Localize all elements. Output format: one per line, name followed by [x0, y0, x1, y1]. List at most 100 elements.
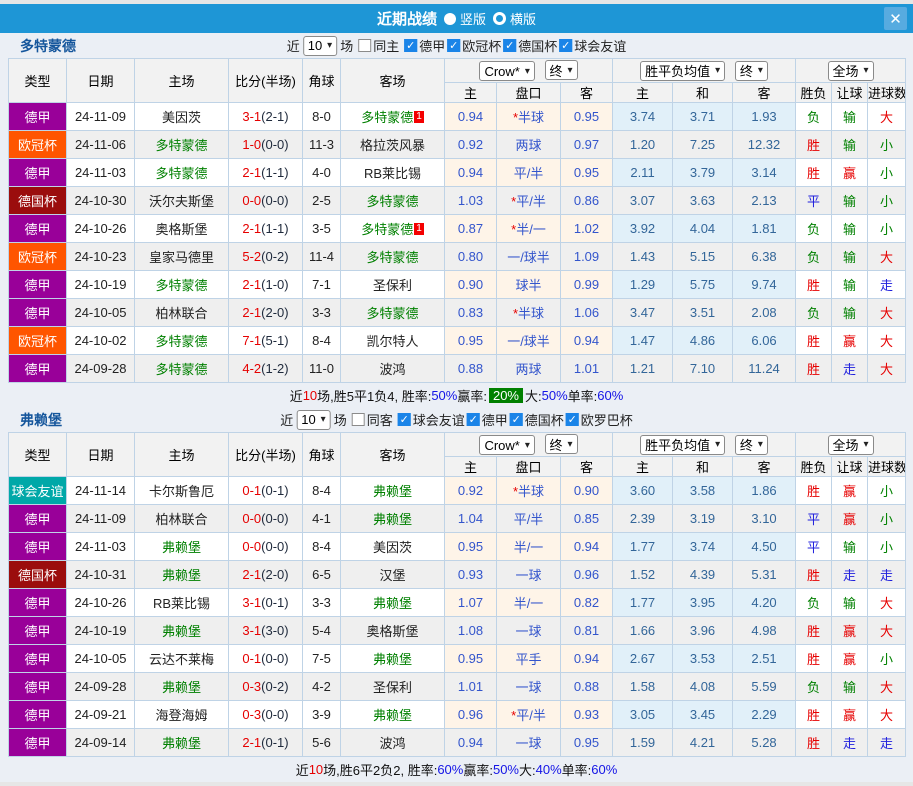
same-venue-checkbox[interactable]: 同客 — [352, 410, 393, 429]
handicap-line: 一球 — [497, 673, 561, 701]
scope-select[interactable]: 全场 ▾ — [828, 435, 874, 455]
avg-home-odds: 1.47 — [613, 327, 673, 355]
away-team-name: 波鸿 — [379, 736, 405, 751]
avg-odds-select[interactable]: 胜平负均值 ▾ — [640, 61, 725, 81]
title-group: 近期战绩 竖版 横版 — [0, 8, 913, 29]
home-team: 多特蒙德 — [135, 131, 229, 159]
match-date: 24-10-26 — [67, 215, 135, 243]
away-odds: 1.02 — [561, 215, 613, 243]
goals-result: 大 — [868, 299, 906, 327]
league-filter-checkbox[interactable]: ✓欧罗巴杯 — [566, 410, 633, 429]
league-type-cell: 德甲 — [9, 271, 67, 299]
same-venue-checkbox[interactable]: 同主 — [358, 36, 399, 55]
summary-segment: 近 — [290, 386, 303, 405]
match-result: 胜 — [796, 131, 832, 159]
match-date: 24-10-05 — [67, 645, 135, 673]
radio-horizontal-label: 横版 — [510, 9, 536, 28]
fulltime-score: 0-3 — [242, 679, 261, 694]
away-team-name: 奥格斯堡 — [366, 624, 418, 639]
chevron-down-icon: ▾ — [864, 439, 869, 450]
league-filter-checkbox[interactable]: ✓球会友谊 — [559, 36, 626, 55]
match-row: 德甲24-10-19弗赖堡3-1(3-0)5-4奥格斯堡1.08一球0.811.… — [9, 617, 906, 645]
avg-away-odds: 5.59 — [733, 673, 796, 701]
final-avg-select[interactable]: 终 ▾ — [735, 61, 768, 81]
corners: 6-5 — [303, 561, 341, 589]
final-avg-select[interactable]: 终 ▾ — [735, 435, 768, 455]
final-odds-select[interactable]: 终 ▾ — [545, 60, 578, 80]
avg-away-odds: 4.50 — [733, 533, 796, 561]
away-team: 弗赖堡 — [341, 589, 445, 617]
final-odds-select[interactable]: 终 ▾ — [545, 434, 578, 454]
section-bar: 弗赖堡 近 10 ▾ 场 同客 ✓球会友谊✓德甲✓德国杯✓欧罗巴杯 — [0, 407, 913, 432]
league-type-cell: 德甲 — [9, 505, 67, 533]
away-team-name: 美因茨 — [373, 540, 412, 555]
league-filters: ✓球会友谊✓德甲✓德国杯✓欧罗巴杯 — [396, 410, 633, 429]
halftime-score: (0-0) — [261, 137, 288, 152]
checkbox-checked-icon: ✓ — [398, 413, 411, 426]
games-label: 场 — [340, 36, 353, 55]
bookmaker-select[interactable]: Crow* ▾ — [479, 61, 534, 81]
goals-result: 大 — [868, 355, 906, 383]
team-section: 弗赖堡 近 10 ▾ 场 同客 ✓球会友谊✓德甲✓德国杯✓欧罗巴杯 — [0, 407, 913, 781]
match-result: 胜 — [796, 477, 832, 505]
handicap-line: 一球 — [497, 561, 561, 589]
handicap-line: 两球 — [497, 355, 561, 383]
away-odds: 0.95 — [561, 729, 613, 757]
league-filter-checkbox[interactable]: ✓德甲 — [404, 36, 445, 55]
recent-count-select[interactable]: 10 ▾ — [303, 36, 338, 56]
handicap-result: 输 — [832, 299, 868, 327]
handicap-line: 平/半 — [497, 505, 561, 533]
match-row: 欧冠杯24-10-23皇家马德里5-2(0-2)11-4多特蒙德0.80一/球半… — [9, 243, 906, 271]
close-button[interactable]: ✕ — [884, 7, 907, 30]
radio-vertical-layout[interactable]: 竖版 — [444, 9, 486, 28]
score-cell: 5-2(0-2) — [229, 243, 303, 271]
avg-home-odds: 1.43 — [613, 243, 673, 271]
home-team: 多特蒙德 — [135, 355, 229, 383]
handicap-result: 输 — [832, 187, 868, 215]
league-filter-checkbox[interactable]: ✓欧冠杯 — [447, 36, 501, 55]
home-team-name: 弗赖堡 — [162, 624, 201, 639]
away-odds: 0.94 — [561, 533, 613, 561]
match-date: 24-11-14 — [67, 477, 135, 505]
match-result: 胜 — [796, 159, 832, 187]
away-odds: 0.82 — [561, 589, 613, 617]
handicap-line: 半/一 — [497, 589, 561, 617]
avg-away-odds: 2.13 — [733, 187, 796, 215]
summary-segment: 60% — [437, 762, 463, 777]
match-date: 24-10-19 — [67, 617, 135, 645]
avg-home-odds: 3.74 — [613, 103, 673, 131]
home-team: 多特蒙德 — [135, 271, 229, 299]
league-type-cell: 德甲 — [9, 673, 67, 701]
league-type-badge: 欧冠杯 — [9, 131, 66, 158]
match-result: 胜 — [796, 327, 832, 355]
recent-count-select[interactable]: 10 ▾ — [296, 410, 331, 430]
home-team: 弗赖堡 — [135, 673, 229, 701]
handicap-result: 输 — [832, 673, 868, 701]
summary-segment: 近 — [296, 760, 309, 779]
home-odds: 0.88 — [445, 355, 497, 383]
halftime-score: (0-1) — [261, 735, 288, 750]
league-filter-checkbox[interactable]: ✓德国杯 — [510, 410, 564, 429]
league-type-cell: 德甲 — [9, 159, 67, 187]
avg-odds-select[interactable]: 胜平负均值 ▾ — [640, 435, 725, 455]
radio-horizontal-layout[interactable]: 横版 — [493, 9, 536, 28]
col-home: 主场 — [135, 433, 229, 477]
league-type-badge: 德甲 — [9, 589, 66, 616]
league-filter-checkbox[interactable]: ✓德国杯 — [503, 36, 557, 55]
home-team-name: 多特蒙德 — [155, 138, 207, 153]
score-cell: 3-1(3-0) — [229, 617, 303, 645]
league-type-cell: 欧冠杯 — [9, 327, 67, 355]
scope-select[interactable]: 全场 ▾ — [828, 61, 874, 81]
col-handicap: 让球 — [832, 83, 868, 103]
home-team: 柏林联合 — [135, 505, 229, 533]
bookmaker-select[interactable]: Crow* ▾ — [479, 435, 534, 455]
away-team-name: 波鸿 — [379, 362, 405, 377]
match-result: 平 — [796, 505, 832, 533]
matches-table: 类型 日期 主场 比分(半场) 角球 客场 Crow* ▾ 终 ▾ — [8, 432, 906, 757]
league-filter-checkbox[interactable]: ✓德甲 — [467, 410, 508, 429]
close-icon: ✕ — [889, 10, 902, 28]
score-cell: 2-1(1-0) — [229, 271, 303, 299]
league-type-cell: 德甲 — [9, 533, 67, 561]
league-filter-checkbox[interactable]: ✓球会友谊 — [398, 410, 465, 429]
home-odds: 0.95 — [445, 533, 497, 561]
